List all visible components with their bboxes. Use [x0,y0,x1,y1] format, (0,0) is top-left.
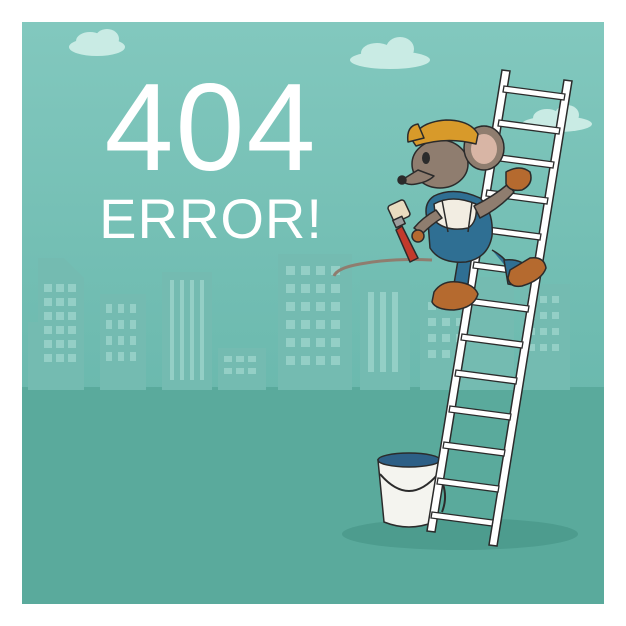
error-code-heading: 404 [104,59,318,197]
error-card: 404 ERROR! [22,22,604,604]
error-message: ERROR! [99,187,323,250]
ground-shadow [342,518,578,550]
